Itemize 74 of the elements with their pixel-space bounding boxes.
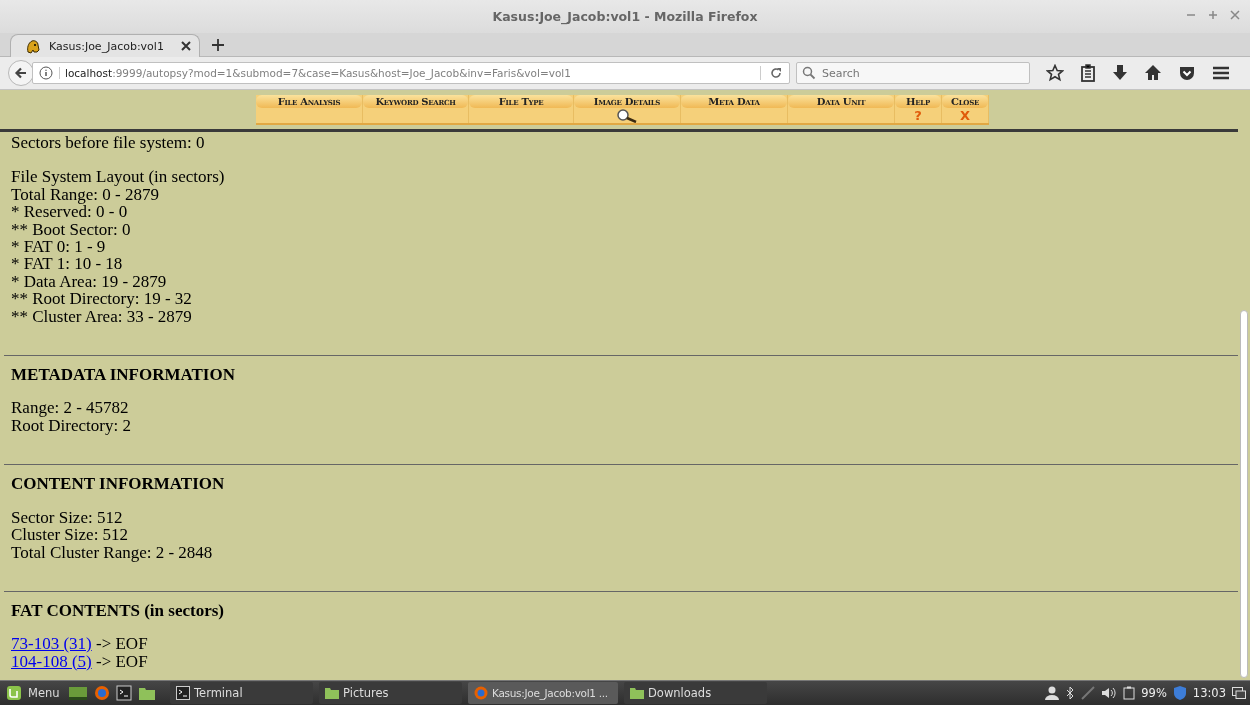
tab-title: Kasus:Joe_Jacob:vol1 bbox=[49, 39, 165, 53]
terminal-icon bbox=[176, 686, 190, 700]
shield-icon[interactable] bbox=[1172, 685, 1187, 701]
nav-button[interactable]: File Type bbox=[469, 95, 573, 108]
text-line: Sector Size: 512 bbox=[11, 508, 124, 527]
nav-button[interactable]: Close bbox=[942, 95, 988, 108]
back-arrow-icon bbox=[14, 66, 28, 80]
nav-button[interactable]: Help bbox=[895, 95, 941, 108]
battery-icon[interactable] bbox=[1123, 686, 1136, 700]
nav-button[interactable]: Keyword Search bbox=[363, 95, 468, 108]
text: -> EOF bbox=[96, 651, 148, 671]
volume-icon[interactable] bbox=[1101, 686, 1118, 700]
taskbar-button[interactable]: Terminal bbox=[170, 682, 313, 704]
close-icon[interactable] bbox=[181, 41, 191, 51]
folder-icon[interactable] bbox=[138, 685, 156, 701]
browser-tab[interactable]: Kasus:Joe_Jacob:vol1 bbox=[10, 34, 200, 57]
folder-icon bbox=[630, 687, 644, 699]
text-line: Cluster Size: 512 bbox=[11, 526, 130, 544]
nav-button[interactable]: Image Details bbox=[574, 95, 680, 108]
taskbar-button[interactable]: Downloads bbox=[624, 682, 767, 704]
folder-icon bbox=[325, 687, 339, 699]
text-line: * Data Area: 19 - 2879 bbox=[11, 272, 168, 291]
menu-icon[interactable] bbox=[1212, 64, 1230, 82]
url-text: localhost:9999/autopsy?mod=1&submod=7&case=Kasus&host=Joe_Jacob&inv=Faris&vol=vol1 bbox=[59, 67, 754, 79]
text-line: Total Cluster Range: 2 - 2848 bbox=[11, 543, 214, 561]
clock[interactable]: 13:03 bbox=[1192, 686, 1226, 700]
menu-button[interactable]: Menu bbox=[6, 685, 68, 701]
taskbar-button[interactable]: Kasus:Joe_Jacob:vol1 ... bbox=[468, 682, 618, 704]
section-heading: CONTENT INFORMATION bbox=[11, 475, 226, 493]
bluetooth-icon[interactable] bbox=[1065, 686, 1076, 700]
mint-logo-icon bbox=[6, 685, 22, 701]
nav-button[interactable]: File Analysis bbox=[256, 95, 362, 108]
text-line: * FAT 1: 10 - 18 bbox=[11, 255, 124, 273]
download-icon[interactable] bbox=[1112, 64, 1128, 82]
nav-button[interactable]: Data Unit bbox=[788, 95, 894, 108]
window-title: Kasus:Joe_Jacob:vol1 - Mozilla Firefox bbox=[492, 9, 758, 24]
search-field[interactable]: Search bbox=[796, 62, 1030, 84]
section-heading: METADATA INFORMATION bbox=[11, 366, 236, 384]
back-button[interactable] bbox=[8, 60, 34, 86]
link[interactable]: 73-103 (31) bbox=[11, 634, 92, 654]
text-line: ** Root Directory: 19 - 32 bbox=[11, 290, 193, 308]
text-line: Sectors before file system: 0 bbox=[11, 134, 206, 152]
maximize-icon[interactable] bbox=[1208, 10, 1218, 20]
text: -> EOF bbox=[96, 634, 148, 654]
browser-icon[interactable] bbox=[94, 685, 110, 701]
text-line: ** Cluster Area: 33 - 2879 bbox=[11, 307, 193, 326]
reload-icon[interactable] bbox=[760, 66, 783, 80]
text-line: File System Layout (in sectors) bbox=[11, 168, 226, 186]
text-line: * FAT 0: 1 - 9 bbox=[11, 238, 107, 256]
info-icon bbox=[39, 66, 53, 80]
network-icon[interactable] bbox=[1081, 686, 1096, 700]
text-line: * Reserved: 0 - 0 bbox=[11, 203, 129, 221]
terminal-icon[interactable] bbox=[116, 685, 132, 701]
address-field[interactable]: localhost:9999/autopsy?mod=1&submod=7&case=Kasus&host=Joe_Jacob&inv=Faris&vol=vol1 bbox=[32, 62, 790, 84]
pocket-icon[interactable] bbox=[1178, 64, 1196, 82]
text-line: ** Boot Sector: 0 bbox=[11, 220, 132, 239]
user-icon[interactable] bbox=[1045, 686, 1060, 700]
nav-button[interactable]: Meta Data bbox=[681, 95, 787, 108]
home-icon[interactable] bbox=[1144, 64, 1162, 82]
magnifier-icon bbox=[615, 108, 639, 123]
taskbar-button[interactable]: Pictures bbox=[319, 682, 462, 704]
section-heading: FAT CONTENTS (in sectors) bbox=[11, 601, 225, 620]
browser-icon bbox=[474, 686, 488, 700]
link[interactable]: 104-108 (5) bbox=[11, 651, 92, 671]
new-tab-icon[interactable] bbox=[212, 38, 224, 51]
clipboard-icon[interactable] bbox=[1080, 64, 1096, 82]
scrollbar-thumb[interactable] bbox=[1240, 310, 1248, 678]
text-line: Root Directory: 2 bbox=[11, 416, 132, 435]
desktop-icon[interactable] bbox=[68, 685, 88, 701]
text-line: Total Range: 0 - 2879 bbox=[11, 185, 159, 204]
show-desktop-icon[interactable] bbox=[1232, 687, 1246, 699]
star-icon[interactable] bbox=[1046, 64, 1064, 82]
text-line: Range: 2 - 45782 bbox=[11, 399, 130, 417]
battery-level: 99% bbox=[1141, 686, 1167, 700]
